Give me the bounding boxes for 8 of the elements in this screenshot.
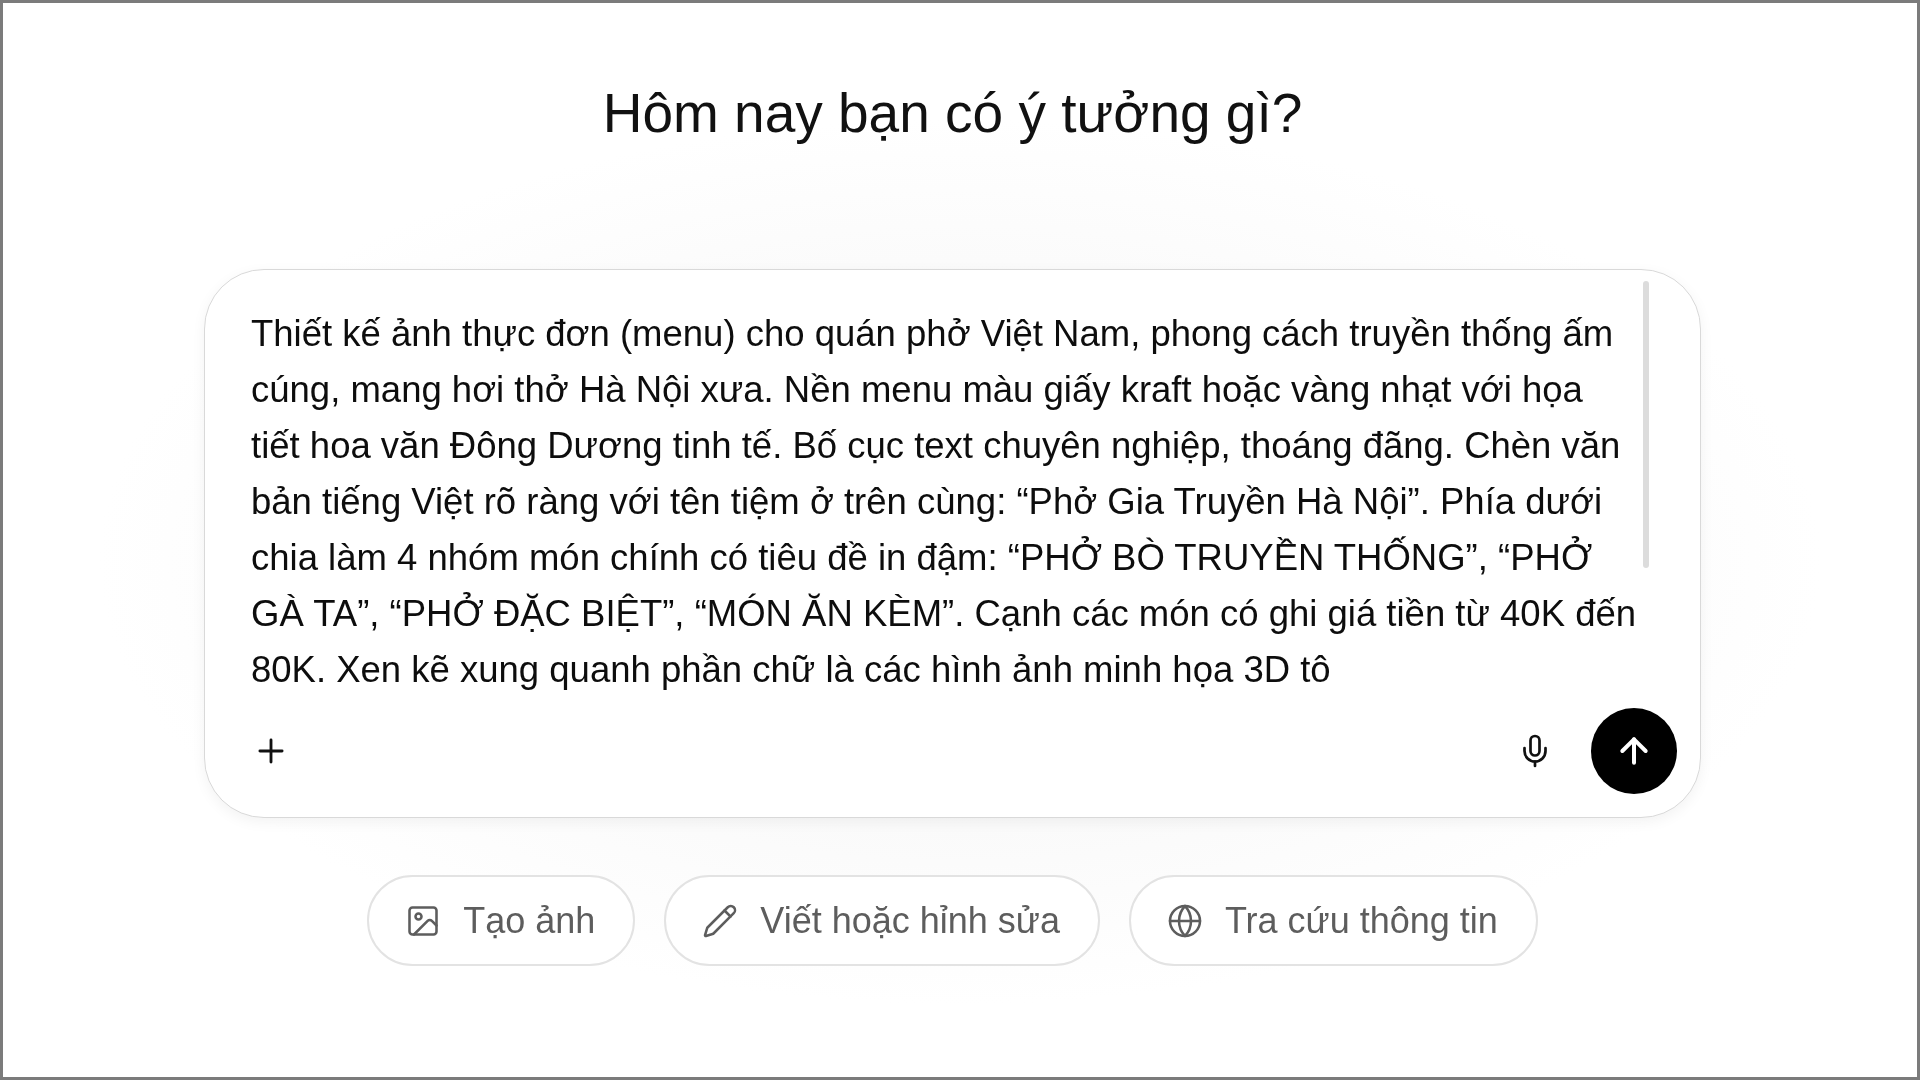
suggestion-chip[interactable]: Tra cứu thông tin [1128,875,1538,966]
suggestion-chip[interactable]: Tạo ảnh [367,875,636,966]
scrollbar[interactable] [1643,281,1649,568]
page-heading: Hôm nay bạn có ý tưởng gì? [602,81,1303,145]
prompt-input[interactable]: Thiết kế ảnh thực đơn (menu) cho quán phở Việt Nam, phong cách truyền thống ấm cúng, mang hơi thở Hà Nội xưa. Nền menu màu giấy kraft hoặc vàng nhạt với họa tiết hoa văn Đông Dương tinh tế. Bố cục text chuyên nghiệp, thoáng đãng. Chèn văn bản tiếng Việt rõ ràng với tên tiệm ở trên cùng: “Phở Gia Truyền Hà Nội”. Phía dưới chia làm 4 nhóm món chính có tiêu đề in đậm: “PHỞ BÒ TRUYỀN THỐNG”, “PHỞ GÀ TA”, “PHỞ ĐẶC BIỆT”, “MÓN ĂN KÈM”. Cạnh các món có ghi giá tiền từ 40K đến 80K. Xen kẽ xung quanh phần chữ là các hình ảnh minh họa 3D tô [205,270,1641,708]
pencil-icon [702,902,739,939]
globe-icon [1166,902,1203,939]
suggestion-chip[interactable]: Viết hoặc hỉnh sửa [664,875,1100,966]
